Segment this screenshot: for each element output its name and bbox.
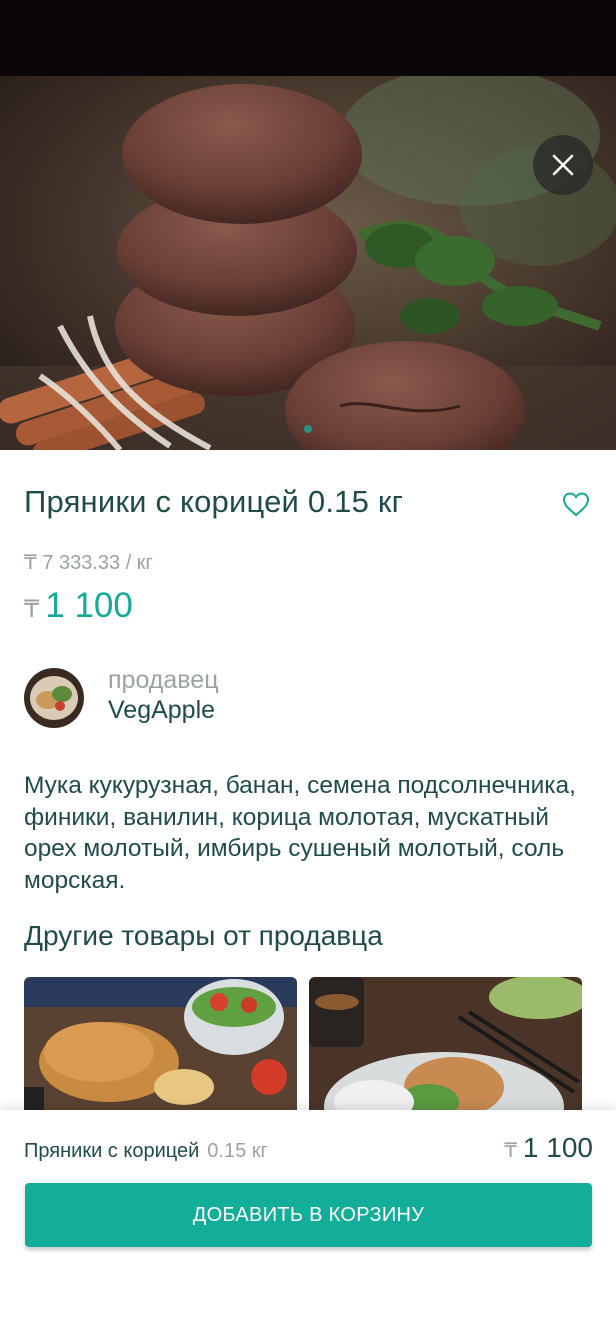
cart-bar-product-name: Пряники с корицей — [24, 1140, 200, 1162]
other-product-card[interactable] — [24, 977, 297, 1117]
close-icon — [552, 154, 574, 176]
heart-icon[interactable] — [561, 490, 591, 518]
add-to-cart-button[interactable]: ДОБАВИТЬ В КОРЗИНУ — [25, 1183, 592, 1247]
unit-price: ₸ 7 333.33 / кг — [24, 552, 153, 574]
cart-bar-product: Пряники с корицей 0.15 кг — [24, 1140, 268, 1163]
price-value: 1 100 — [45, 586, 133, 625]
cart-bar-weight: 0.15 кг — [207, 1140, 268, 1162]
product-image — [0, 76, 616, 450]
seller-label: продавец — [108, 666, 219, 694]
status-bar — [0, 0, 616, 76]
other-product-card[interactable] — [309, 977, 582, 1117]
product-price: ₸ 1 100 — [24, 586, 133, 626]
cart-bar-price-value: 1 100 — [522, 1132, 593, 1163]
other-products-title: Другие товары от продавца — [24, 920, 383, 951]
currency-sign: ₸ — [504, 1140, 517, 1162]
close-button[interactable] — [533, 135, 593, 195]
cart-bar-price: ₸ 1 100 — [504, 1132, 593, 1164]
product-description: Мука кукурузная, банан, семена подсолнеч… — [24, 772, 576, 894]
seller-avatar[interactable] — [24, 668, 84, 728]
product-title: Пряники с корицей 0.15 кг — [24, 484, 404, 519]
cart-bar: Пряники с корицей 0.15 кг ₸ 1 100 ДОБАВИТЬ… — [0, 1110, 616, 1334]
currency-sign: ₸ — [24, 596, 40, 623]
seller-name[interactable]: VegApple — [108, 696, 215, 725]
